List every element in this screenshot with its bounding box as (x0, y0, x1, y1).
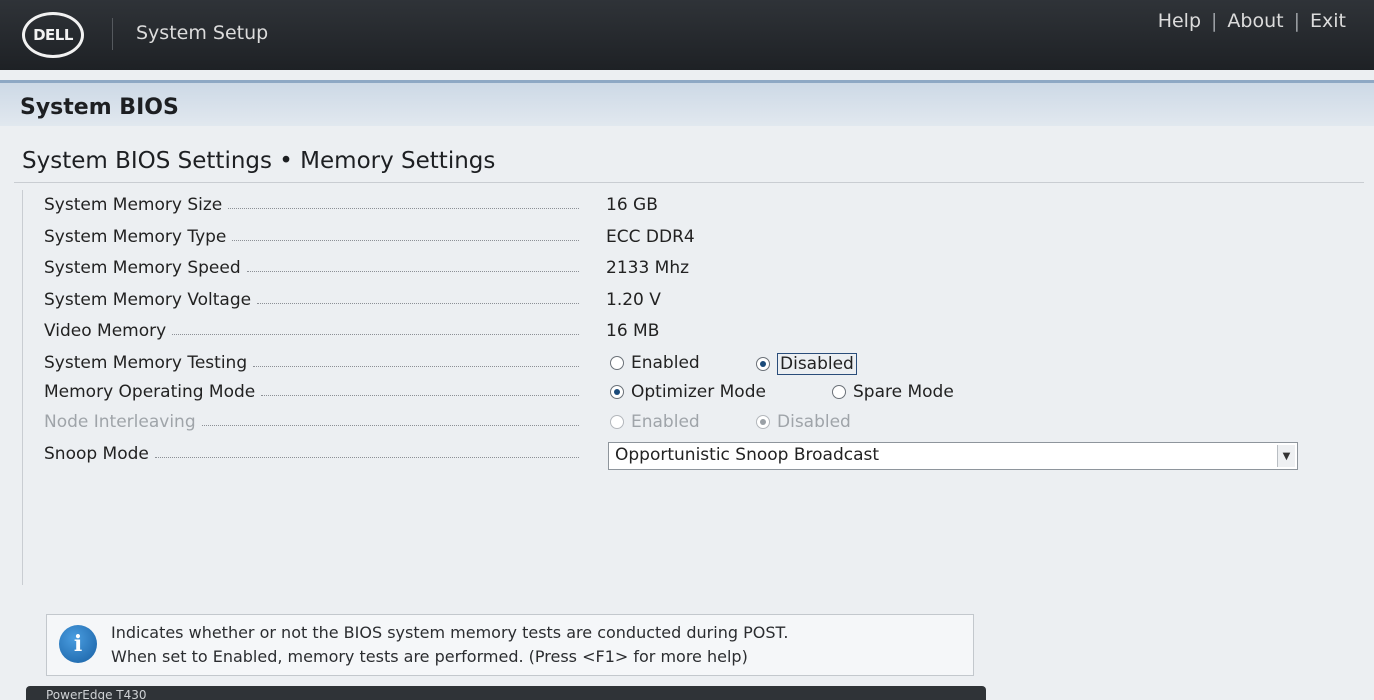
node-interleaving-enabled-radio: Enabled (610, 412, 700, 432)
setting-label: System Memory Type (44, 227, 579, 247)
setting-label: System Memory Speed (44, 258, 579, 278)
help-link[interactable]: Help (1158, 10, 1201, 32)
main-panel: System BIOS System BIOS Settings • Memor… (0, 70, 1374, 700)
about-link[interactable]: About (1227, 10, 1283, 32)
info-icon: i (59, 625, 97, 663)
setting-row-video-memory: Video Memory 16 MB (44, 319, 1344, 345)
setting-row-memory-speed: System Memory Speed 2133 Mhz (44, 256, 1344, 282)
memory-testing-enabled-radio[interactable]: Enabled (610, 353, 700, 373)
dropdown-value: Opportunistic Snoop Broadcast (615, 445, 880, 465)
setting-label: Snoop Mode (44, 444, 579, 464)
optimizer-mode-radio[interactable]: Optimizer Mode (610, 382, 766, 402)
node-interleaving-disabled-radio: Disabled (756, 412, 851, 432)
help-line-2: When set to Enabled, memory tests are pe… (111, 647, 748, 666)
header-divider (112, 18, 113, 50)
help-text: Indicates whether or not the BIOS system… (111, 621, 788, 669)
exit-link[interactable]: Exit (1310, 10, 1346, 32)
setting-value: 16 GB (606, 195, 658, 215)
radio-unchecked-icon (832, 385, 846, 399)
top-links: Help | About | Exit (1158, 10, 1346, 32)
setting-label: System Memory Size (44, 195, 579, 215)
setting-row-memory-testing: System Memory Testing Enabled Disabled (44, 351, 1344, 377)
spare-mode-radio[interactable]: Spare Mode (832, 382, 954, 402)
setting-value: 1.20 V (606, 290, 661, 310)
setting-label: Memory Operating Mode (44, 382, 579, 402)
setting-row-memory-voltage: System Memory Voltage 1.20 V (44, 288, 1344, 314)
setting-row-memory-type: System Memory Type ECC DDR4 (44, 225, 1344, 251)
setting-row-operating-mode: Memory Operating Mode Optimizer Mode Spa… (44, 380, 1344, 406)
radio-checked-icon (756, 415, 770, 429)
setting-value: ECC DDR4 (606, 227, 695, 247)
page-title: System BIOS Settings • Memory Settings (22, 148, 496, 174)
setting-row-snoop-mode: Snoop Mode Opportunistic Snoop Broadcast… (44, 442, 1344, 470)
setting-label: Node Interleaving (44, 412, 579, 432)
setting-label: System Memory Voltage (44, 290, 579, 310)
setting-label: System Memory Testing (44, 353, 579, 373)
link-separator: | (1211, 10, 1218, 32)
dell-logo: DELL (22, 12, 84, 58)
server-model: PowerEdge T430 (46, 688, 147, 700)
footer-bar: PowerEdge T430 (26, 686, 986, 700)
memory-testing-disabled-radio[interactable]: Disabled (756, 353, 857, 375)
setting-row-node-interleaving: Node Interleaving Enabled Disabled (44, 410, 1344, 436)
chevron-down-icon[interactable]: ▼ (1277, 445, 1295, 467)
section-bar: System BIOS (0, 80, 1374, 126)
setting-row-memory-size: System Memory Size 16 GB (44, 193, 1344, 219)
help-panel: i Indicates whether or not the BIOS syst… (46, 614, 974, 676)
setting-value: 2133 Mhz (606, 258, 690, 278)
setting-value: 16 MB (606, 321, 660, 341)
setting-label: Video Memory (44, 321, 579, 341)
top-bar: DELL System Setup Help | About | Exit (0, 0, 1374, 70)
radio-checked-icon (756, 357, 770, 371)
section-title: System BIOS (20, 95, 179, 120)
radio-unchecked-icon (610, 415, 624, 429)
link-separator: | (1293, 10, 1301, 32)
app-title: System Setup (136, 22, 269, 44)
snoop-mode-dropdown[interactable]: Opportunistic Snoop Broadcast ▼ (608, 442, 1298, 470)
title-divider (14, 182, 1364, 183)
radio-unchecked-icon (610, 356, 624, 370)
help-line-1: Indicates whether or not the BIOS system… (111, 623, 789, 642)
radio-checked-icon (610, 385, 624, 399)
